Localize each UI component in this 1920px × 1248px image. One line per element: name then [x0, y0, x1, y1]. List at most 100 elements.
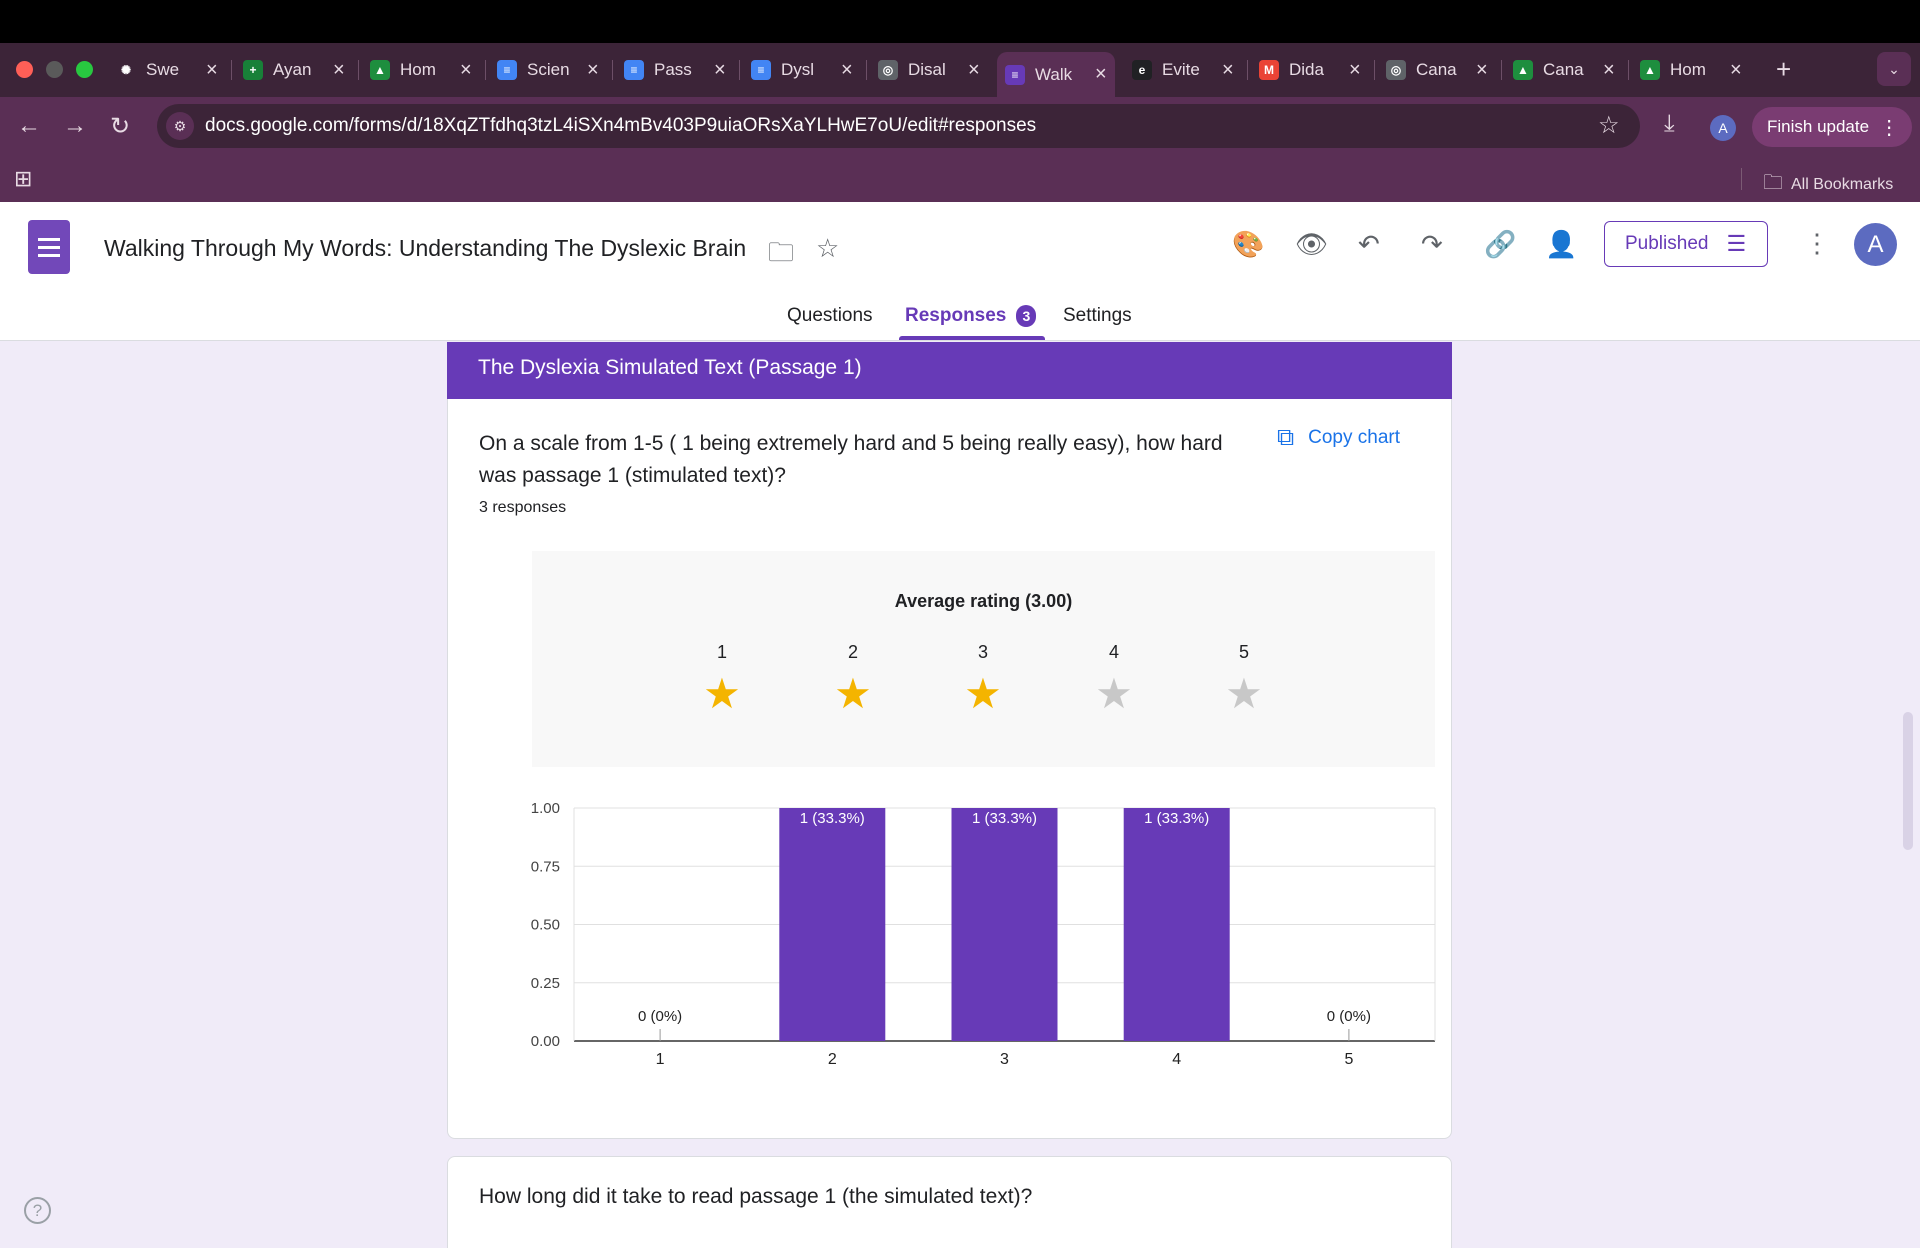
browser-tab[interactable]: ≡ Pass × [624, 52, 734, 88]
x-tick-label: 5 [1344, 1051, 1353, 1068]
site-settings-icon[interactable]: ⚙ [166, 112, 194, 140]
y-tick-label: 0.75 [531, 858, 560, 875]
window-minimize-button[interactable] [46, 61, 63, 78]
published-button[interactable]: Published ☰ [1604, 221, 1768, 267]
browser-tab[interactable]: ≡ Dysl × [751, 52, 861, 88]
tab-favicon-icon: + [243, 60, 263, 80]
tab-close-icon[interactable]: × [1730, 59, 1742, 82]
tab-close-icon[interactable]: × [460, 59, 472, 82]
tab-close-icon[interactable]: × [1476, 59, 1488, 82]
window-close-button[interactable] [16, 61, 33, 78]
browser-tab[interactable]: ▲ Hom × [1640, 52, 1750, 88]
browser-tab[interactable]: ✺ Swe × [116, 52, 226, 88]
download-icon[interactable]: ⤓ [1664, 110, 1675, 138]
window-zoom-button[interactable] [76, 61, 93, 78]
move-to-folder-icon[interactable]: 🗀 [768, 234, 794, 278]
bar-data-label: 0 (0%) [638, 1008, 682, 1025]
tab-close-icon[interactable]: × [1095, 63, 1107, 86]
browser-tab[interactable]: ≡ Scien × [497, 52, 607, 88]
active-tab-indicator [899, 336, 1045, 340]
published-label: Published [1625, 233, 1709, 254]
browser-tab[interactable]: M Dida × [1259, 52, 1369, 88]
tab-title: Dida [1289, 60, 1324, 79]
tab-close-icon[interactable]: × [206, 59, 218, 82]
tab-close-icon[interactable]: × [1603, 59, 1615, 82]
star-filled-icon: ★ [703, 670, 741, 717]
tab-close-icon[interactable]: × [841, 59, 853, 82]
new-tab-button[interactable]: + [1776, 54, 1791, 85]
apps-grid-icon[interactable]: ⊞ [14, 166, 32, 192]
form-title[interactable]: Walking Through My Words: Understanding … [104, 235, 746, 262]
tab-title: Hom [400, 60, 436, 79]
link-icon[interactable]: 🔗 [1484, 229, 1516, 260]
tab-title: Cana [1416, 60, 1457, 79]
star-icon[interactable]: ☆ [816, 233, 839, 264]
tab-title: Walk [1035, 64, 1073, 84]
tab-close-icon[interactable]: × [714, 59, 726, 82]
bookmark-star-icon[interactable]: ☆ [1598, 111, 1620, 140]
tab-favicon-icon: ▲ [1640, 60, 1660, 80]
reload-icon[interactable]: ↻ [110, 112, 130, 141]
forward-icon[interactable]: → [63, 112, 87, 140]
tab-responses[interactable]: Responses 3 [905, 305, 1037, 327]
account-avatar[interactable]: A [1854, 223, 1897, 266]
bar [951, 808, 1058, 1041]
responses-count-badge: 3 [1016, 305, 1037, 327]
preview-eye-icon[interactable]: 👁 [1295, 229, 1328, 260]
tab-separator [1501, 60, 1502, 80]
forms-logo-icon[interactable] [28, 220, 70, 274]
tab-close-icon[interactable]: × [968, 59, 980, 82]
star-number-label: 1 [716, 642, 727, 662]
url-text[interactable]: docs.google.com/forms/d/18XqZTfdhq3tzL4i… [205, 115, 1036, 137]
profile-avatar[interactable]: A [1710, 115, 1736, 141]
bar [1123, 808, 1230, 1041]
tab-favicon-icon: ◎ [878, 60, 898, 80]
scrollbar-thumb[interactable] [1903, 712, 1913, 850]
tab-close-icon[interactable]: × [1222, 59, 1234, 82]
palette-icon[interactable]: 🎨 [1232, 229, 1264, 260]
x-tick-label: 1 [656, 1051, 665, 1068]
help-icon[interactable]: ? [24, 1197, 51, 1224]
tab-favicon-icon: ◎ [1386, 60, 1406, 80]
tab-favicon-icon: e [1132, 60, 1152, 80]
tab-close-icon[interactable]: × [333, 59, 345, 82]
tab-title: Evite [1162, 60, 1200, 79]
tab-responses-label: Responses [905, 305, 1007, 326]
bar-data-label: 1 (33.3%) [800, 810, 865, 827]
browser-tab[interactable]: e Evite × [1132, 52, 1242, 88]
x-tick-label: 2 [828, 1051, 837, 1068]
tab-favicon-icon: ▲ [370, 60, 390, 80]
more-vert-icon: ⋮ [1879, 116, 1900, 139]
folder-icon: 🗀 [1763, 172, 1783, 194]
response-bar-chart: 0.00 0.25 0.50 0.75 1.00 0 (0%) 1 1 (33.3%) 2 1 (… [531, 800, 1436, 1068]
tab-title: Cana [1543, 60, 1584, 79]
browser-tab[interactable]: ≡ Walk × [997, 52, 1115, 97]
more-options-icon[interactable]: ⋮ [1804, 228, 1830, 259]
redo-icon[interactable]: ↷ [1421, 229, 1443, 260]
finish-update-button[interactable]: Finish update ⋮ [1752, 107, 1912, 147]
browser-tab[interactable]: ◎ Disal × [878, 52, 988, 88]
back-icon[interactable]: ← [17, 112, 41, 140]
tab-close-icon[interactable]: × [587, 59, 599, 82]
copy-icon: ⧉ [1277, 424, 1295, 451]
star-filled-icon: ★ [964, 670, 1002, 717]
browser-tab[interactable]: + Ayan × [243, 52, 353, 88]
tab-separator [485, 60, 486, 80]
bar-data-label: 1 (33.3%) [1144, 810, 1209, 827]
browser-tab[interactable]: ▲ Cana × [1513, 52, 1623, 88]
tune-icon: ☰ [1726, 231, 1747, 256]
browser-tab[interactable]: ◎ Cana × [1386, 52, 1496, 88]
all-bookmarks[interactable]: 🗀 All Bookmarks [1763, 168, 1893, 202]
undo-icon[interactable]: ↶ [1358, 229, 1380, 260]
copy-chart-button[interactable]: ⧉ Copy chart [1277, 424, 1400, 452]
tab-close-icon[interactable]: × [1349, 59, 1361, 82]
tab-search-button[interactable]: ⌄ [1877, 52, 1911, 86]
tab-separator [739, 60, 740, 80]
browser-tab[interactable]: ▲ Hom × [370, 52, 480, 88]
tab-title: Pass [654, 60, 692, 79]
add-collaborator-icon[interactable]: 👤 [1545, 229, 1577, 260]
tab-settings[interactable]: Settings [1063, 305, 1132, 327]
question-text: On a scale from 1-5 ( 1 being extremely … [479, 432, 1223, 487]
tab-title: Hom [1670, 60, 1706, 79]
tab-questions[interactable]: Questions [787, 305, 873, 327]
